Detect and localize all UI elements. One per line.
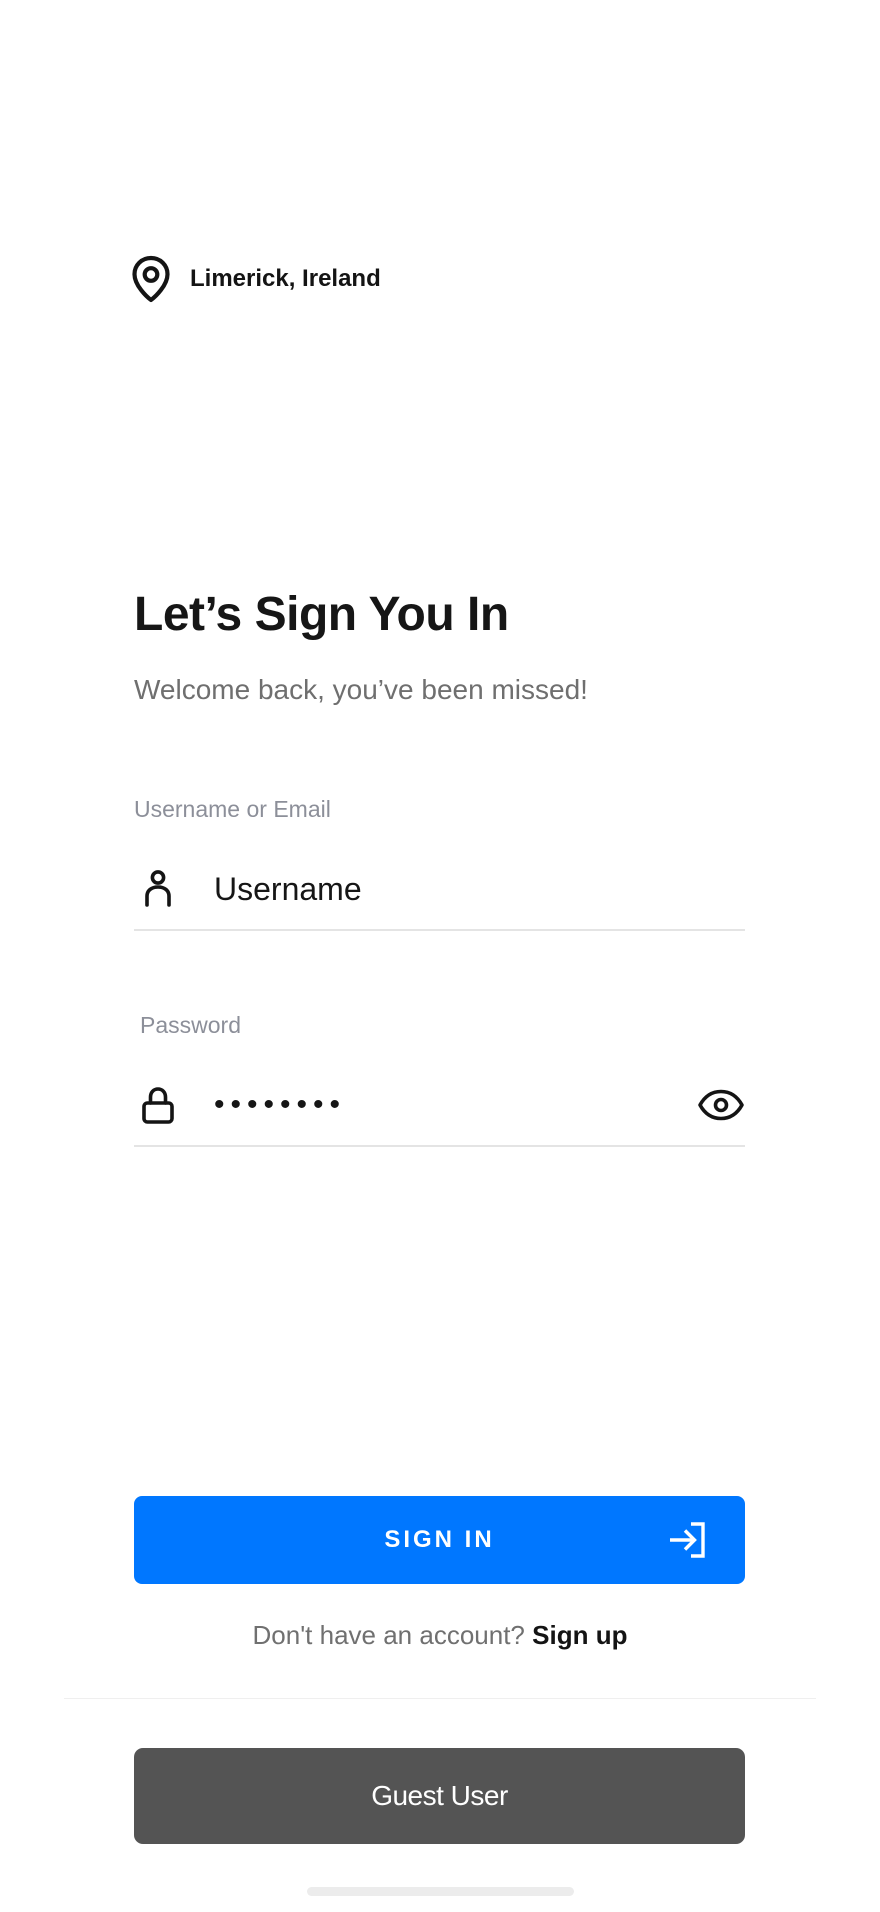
- signup-prompt: Don't have an account? Sign up: [0, 1615, 880, 1655]
- username-input[interactable]: [214, 870, 634, 908]
- guest-user-button[interactable]: Guest User: [134, 1748, 745, 1844]
- password-field[interactable]: ••••••••: [134, 1065, 745, 1147]
- eye-icon[interactable]: [697, 1085, 745, 1125]
- user-icon: [145, 870, 171, 907]
- map-pin-icon: [132, 255, 170, 303]
- sign-up-link[interactable]: Sign up: [532, 1620, 627, 1650]
- username-field[interactable]: [134, 849, 745, 931]
- username-label: Username or Email: [134, 796, 331, 822]
- lock-icon: [142, 1087, 174, 1124]
- divider: [64, 1698, 816, 1699]
- sign-in-label: SIGN IN: [384, 1526, 495, 1553]
- guest-user-label: Guest User: [371, 1780, 508, 1811]
- password-input[interactable]: ••••••••: [214, 1085, 697, 1125]
- page-title: Let’s Sign You In: [134, 588, 509, 641]
- location-indicator: Limerick, Ireland: [131, 255, 381, 303]
- arrow-right-to-bracket-icon: [670, 1522, 705, 1558]
- sign-in-button[interactable]: SIGN IN: [134, 1496, 745, 1584]
- home-indicator: [307, 1887, 574, 1896]
- location-text: Limerick, Ireland: [190, 265, 381, 292]
- page-subtitle: Welcome back, you’ve been missed!: [134, 674, 588, 705]
- signup-prompt-text: Don't have an account?: [252, 1620, 525, 1650]
- password-label: Password: [140, 1012, 241, 1038]
